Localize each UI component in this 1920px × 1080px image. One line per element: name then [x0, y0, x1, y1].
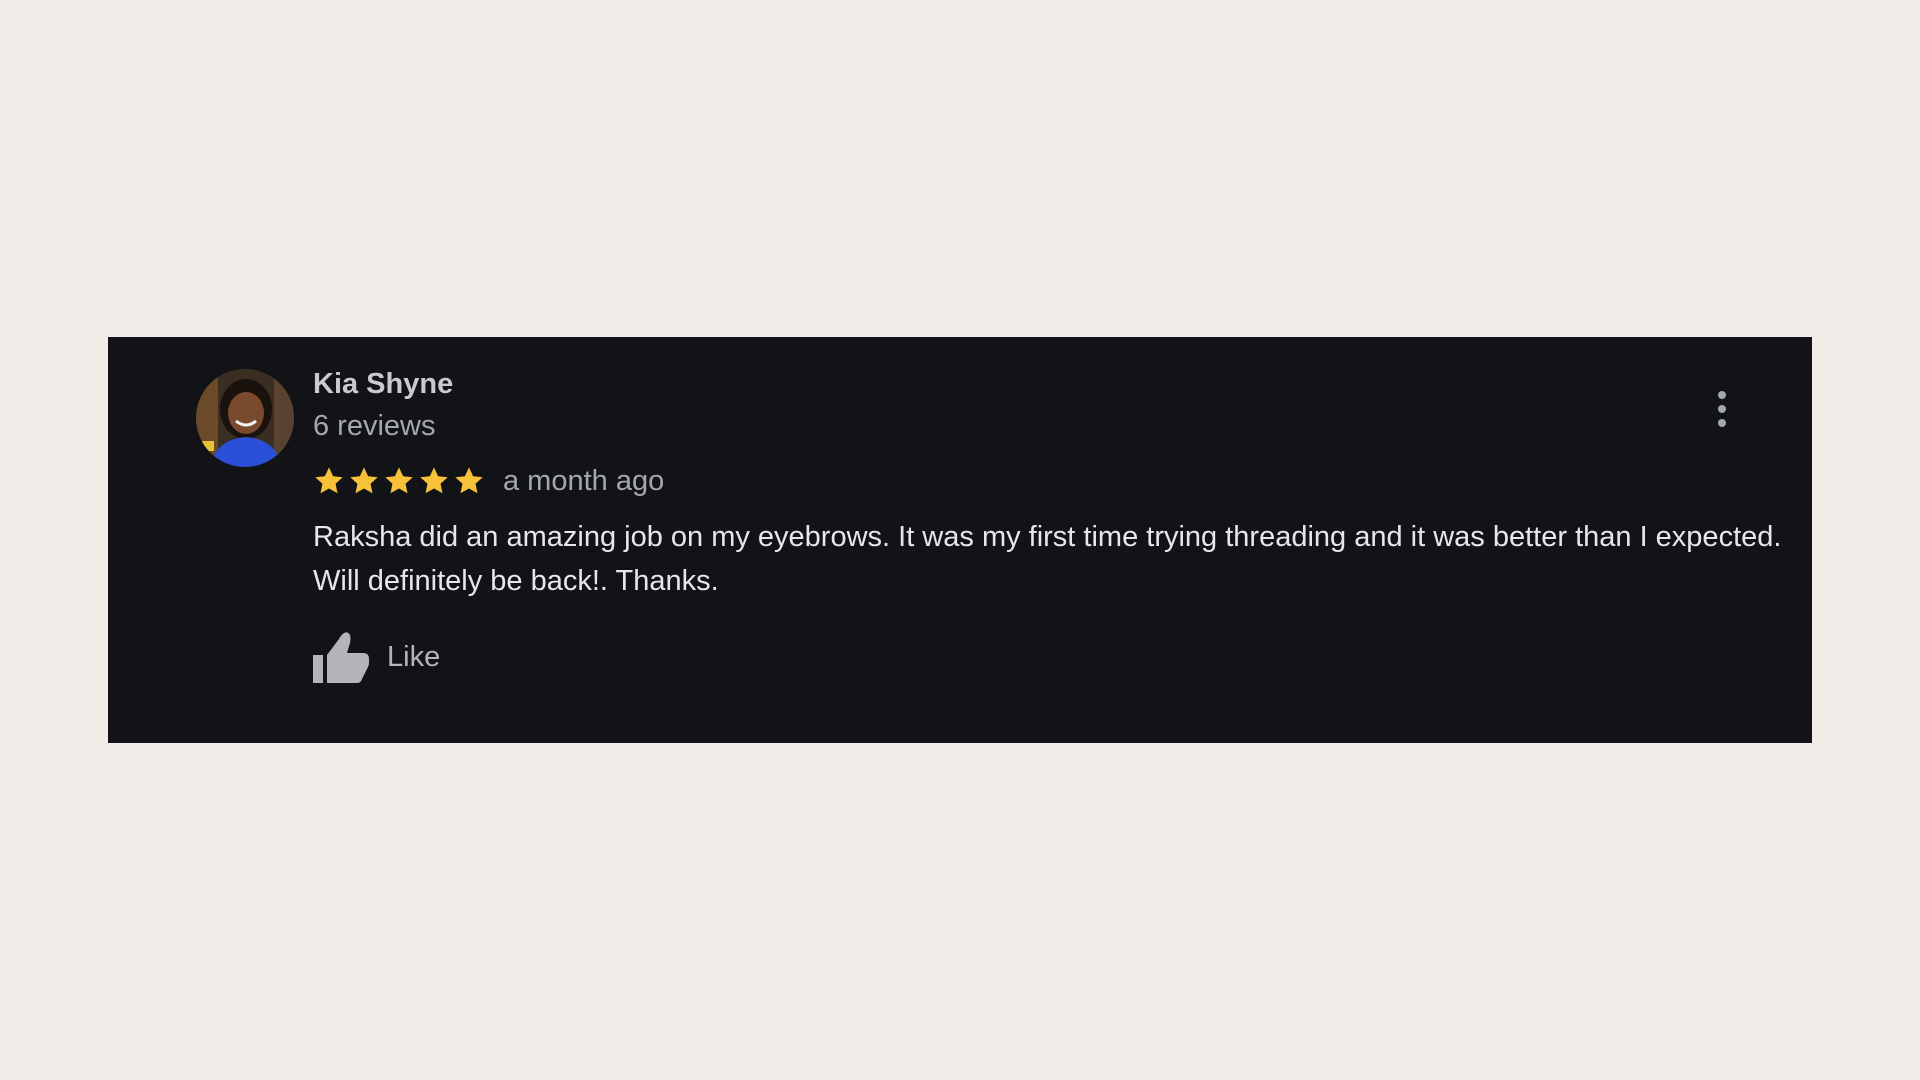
star-rating [313, 465, 485, 497]
avatar[interactable] [196, 369, 294, 467]
star-icon [315, 467, 343, 494]
thumbs-up-icon [313, 632, 369, 683]
review-content: Kia Shyne 6 reviews a month ago Raksha d… [313, 367, 1788, 683]
review-card: Kia Shyne 6 reviews a month ago Raksha d… [108, 337, 1812, 743]
author-name[interactable]: Kia Shyne [313, 367, 1788, 401]
review-text: Raksha did an amazing job on my eyebrows… [313, 521, 1782, 597]
star-icon [455, 467, 483, 494]
like-button[interactable]: Like [313, 631, 440, 683]
avatar-image [196, 369, 294, 467]
review-count[interactable]: 6 reviews [313, 409, 1788, 443]
like-label: Like [387, 640, 441, 673]
star-icon [420, 467, 448, 494]
star-icon [385, 467, 413, 494]
star-icon [350, 467, 378, 494]
review-time: a month ago [503, 465, 665, 497]
rating-row: a month ago [313, 463, 1788, 499]
